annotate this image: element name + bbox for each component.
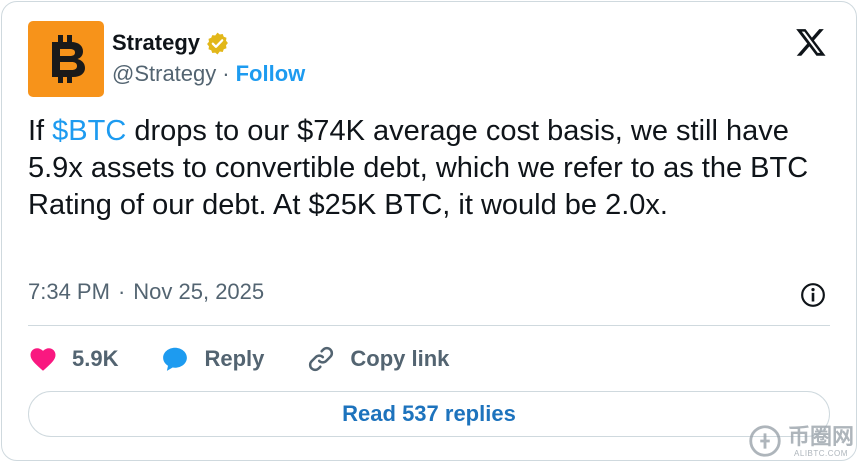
tweet-card: Strategy @Strategy · Follow If $BTC drop… (1, 1, 857, 461)
heart-icon (30, 348, 56, 371)
read-replies-button[interactable]: Read 537 replies (28, 391, 830, 437)
watermark-url: ALIBTC.COM (794, 448, 848, 458)
x-logo-icon[interactable] (794, 26, 828, 58)
action-bar: 5.9K Reply Copy link (28, 342, 491, 376)
tweet-text-before: If (28, 115, 53, 147)
cashtag-link[interactable]: $BTC (52, 115, 126, 147)
handle-row: @Strategy · Follow (112, 61, 305, 87)
tweet-text-after: drops to our $74K average cost basis, we… (28, 115, 809, 221)
info-icon[interactable] (800, 282, 826, 308)
reply-label: Reply (204, 346, 265, 371)
verified-badge-icon (207, 32, 228, 54)
author-name-row: Strategy (112, 30, 230, 56)
follow-button[interactable]: Follow (236, 61, 306, 87)
author-handle[interactable]: @Strategy (112, 61, 216, 87)
watermark-logo-icon (749, 425, 781, 457)
speech-bubble-icon (163, 347, 188, 371)
avatar[interactable] (28, 21, 104, 97)
copy-link-button[interactable]: Copy link (306, 344, 449, 374)
tweet-time[interactable]: 7:34 PM (28, 279, 110, 305)
like-button[interactable]: 5.9K (28, 344, 118, 374)
tweet-text: If $BTC drops to our $74K average cost b… (28, 113, 848, 224)
watermark: 币圈网 ALIBTC.COM (746, 422, 854, 460)
copy-link-label: Copy link (350, 346, 450, 371)
tweet-date[interactable]: Nov 25, 2025 (133, 279, 264, 305)
reply-button[interactable]: Reply (160, 344, 264, 374)
author-name[interactable]: Strategy (112, 30, 200, 56)
bitcoin-b-icon (52, 35, 85, 83)
watermark-cn: 币圈网 (787, 423, 854, 449)
link-icon (309, 346, 334, 372)
watermark-text: 币圈网 ALIBTC.COM (787, 423, 854, 458)
like-count: 5.9K (72, 346, 119, 371)
divider (28, 325, 830, 326)
handle-separator: · (222, 61, 230, 86)
timestamp-separator: · (117, 279, 126, 304)
tweet-timestamp[interactable]: 7:34 PM · Nov 25, 2025 (28, 279, 264, 305)
read-replies-label: Read 537 replies (342, 401, 516, 426)
